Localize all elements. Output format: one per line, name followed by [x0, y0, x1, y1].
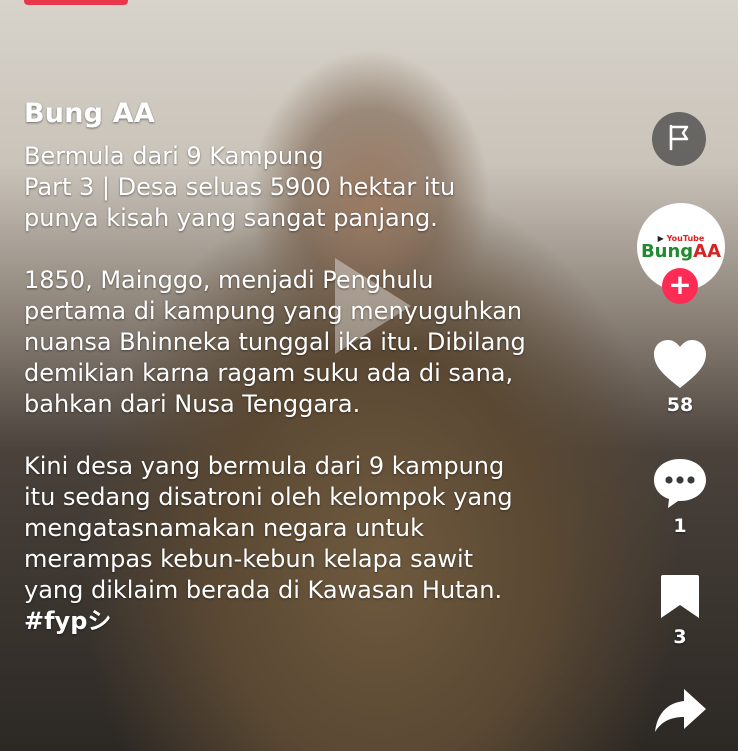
avatar-logo: BungAA	[640, 240, 722, 262]
comment-button[interactable]: 1	[640, 455, 720, 537]
report-button[interactable]	[652, 112, 706, 166]
plus-icon: +	[668, 268, 692, 301]
bookmark-count: 3	[673, 626, 687, 648]
like-button[interactable]: 58	[640, 338, 720, 416]
like-count: 58	[666, 394, 694, 416]
flag-icon	[666, 123, 692, 155]
follow-button[interactable]: +	[662, 268, 698, 304]
top-indicator	[24, 0, 128, 5]
bookmark-button[interactable]: 3	[640, 572, 720, 648]
comment-icon	[651, 459, 709, 515]
heart-icon	[651, 340, 709, 394]
hashtag-link[interactable]: #fypシ	[24, 606, 604, 637]
post-caption: Bermula dari 9 Kampung Part 3 | Desa sel…	[24, 142, 526, 604]
comment-count: 1	[673, 515, 687, 537]
video-description: Bung AA Bermula dari 9 Kampung Part 3 | …	[24, 98, 604, 637]
author-username[interactable]: Bung AA	[24, 98, 604, 129]
share-button[interactable]	[640, 685, 720, 739]
bookmark-icon	[657, 575, 703, 626]
share-icon	[652, 689, 708, 739]
